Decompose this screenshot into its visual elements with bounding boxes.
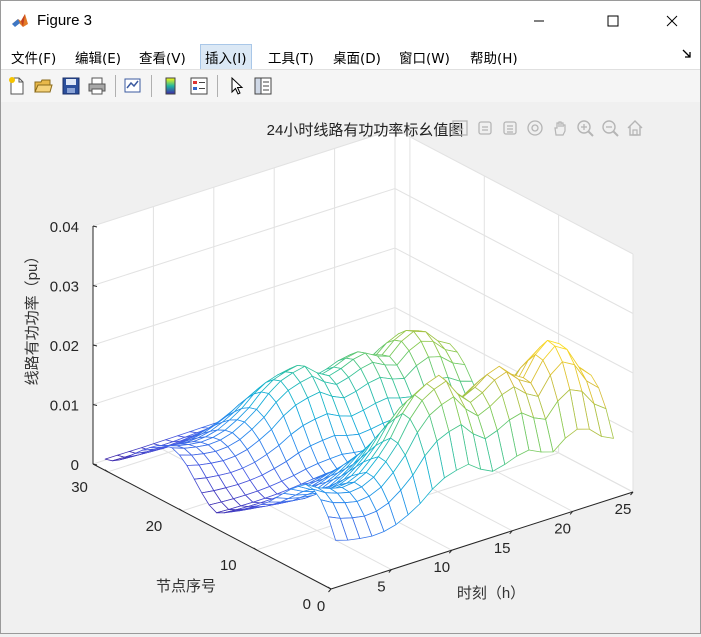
link-plot-icon[interactable] bbox=[123, 76, 143, 96]
close-icon bbox=[666, 15, 678, 27]
y-axis-label: 节点序号 bbox=[156, 578, 216, 595]
property-inspector-icon[interactable] bbox=[253, 76, 273, 96]
menu-bar: 文件(F) 编辑(E) 查看(V) 插入(I) 工具(T) 桌面(D) 窗口(W… bbox=[1, 41, 700, 69]
save-icon[interactable] bbox=[61, 76, 81, 96]
home-icon[interactable] bbox=[628, 121, 642, 135]
menu-view[interactable]: 查看(V) bbox=[135, 46, 190, 68]
x-tick-label: 0 bbox=[317, 598, 325, 615]
title-bar[interactable]: Figure 3 bbox=[1, 1, 700, 41]
x-axis-label: 时刻（h） bbox=[457, 585, 525, 602]
brush-icon[interactable] bbox=[479, 122, 491, 134]
minimize-icon bbox=[533, 15, 545, 27]
open-file-icon[interactable] bbox=[33, 76, 53, 96]
new-figure-icon[interactable] bbox=[7, 76, 27, 96]
z-tick-label: 0 bbox=[71, 457, 79, 474]
x-tick-label: 10 bbox=[433, 559, 450, 576]
pointer-icon[interactable] bbox=[227, 76, 247, 96]
menu-desktop[interactable]: 桌面(D) bbox=[329, 46, 385, 68]
chart-title: 24小时线路有功功率标幺值图 bbox=[267, 122, 464, 139]
menu-file[interactable]: 文件(F) bbox=[7, 46, 60, 68]
x-tick bbox=[329, 589, 332, 592]
dock-arrow-icon[interactable] bbox=[682, 49, 692, 59]
y-tick-label: 0 bbox=[303, 596, 311, 613]
minimize-button[interactable] bbox=[516, 1, 562, 41]
z-tick-label: 0.01 bbox=[50, 398, 79, 415]
print-icon[interactable] bbox=[87, 76, 107, 96]
x-tick-label: 20 bbox=[554, 520, 571, 537]
z-tick-label: 0.02 bbox=[50, 338, 79, 355]
window-title: Figure 3 bbox=[37, 12, 92, 29]
x-tick-label: 15 bbox=[494, 540, 511, 557]
z-tick-label: 0.04 bbox=[50, 219, 79, 236]
menu-help[interactable]: 帮助(H) bbox=[466, 46, 522, 68]
y-tick-label: 20 bbox=[146, 518, 163, 535]
menu-insert[interactable]: 插入(I) bbox=[200, 44, 252, 70]
colorbar-icon[interactable] bbox=[161, 76, 181, 96]
y-tick-label: 30 bbox=[71, 479, 88, 496]
plot-area[interactable]: 0 5 10 15 20 25 0 10 20 30 0 0.01 0.02 0.03 0.04 24小时线… bbox=[1, 102, 700, 633]
legend-icon[interactable] bbox=[189, 76, 209, 96]
close-button[interactable] bbox=[649, 1, 695, 41]
menu-edit[interactable]: 编辑(E) bbox=[71, 46, 125, 68]
data-tips-icon[interactable] bbox=[504, 122, 516, 134]
figure-toolbar bbox=[1, 69, 700, 103]
maximize-icon bbox=[607, 15, 619, 27]
x-tick-label: 25 bbox=[615, 501, 632, 518]
maximize-button[interactable] bbox=[590, 1, 636, 41]
matlab-icon bbox=[11, 12, 29, 30]
figure-window: Figure 3 文件(F) 编辑(E) 查看(V) 插入(I) 工具(T) 桌… bbox=[0, 0, 701, 634]
rotate-icon[interactable] bbox=[528, 121, 542, 135]
zoom-in-icon[interactable] bbox=[578, 121, 593, 136]
menu-window[interactable]: 窗口(W) bbox=[395, 46, 454, 68]
axes-toolbar bbox=[453, 121, 642, 136]
z-tick-label: 0.03 bbox=[50, 279, 79, 296]
mesh-chart[interactable]: 0 5 10 15 20 25 0 10 20 30 0 0.01 0.02 0.03 0.04 24小时线… bbox=[1, 102, 700, 633]
pan-icon[interactable] bbox=[555, 122, 565, 135]
z-axis-label: 线路有功功率（pu） bbox=[24, 249, 41, 386]
x-tick-label: 5 bbox=[377, 579, 385, 596]
y-tick-label: 10 bbox=[220, 557, 237, 574]
menu-tools[interactable]: 工具(T) bbox=[264, 46, 318, 68]
zoom-out-icon[interactable] bbox=[603, 121, 618, 136]
